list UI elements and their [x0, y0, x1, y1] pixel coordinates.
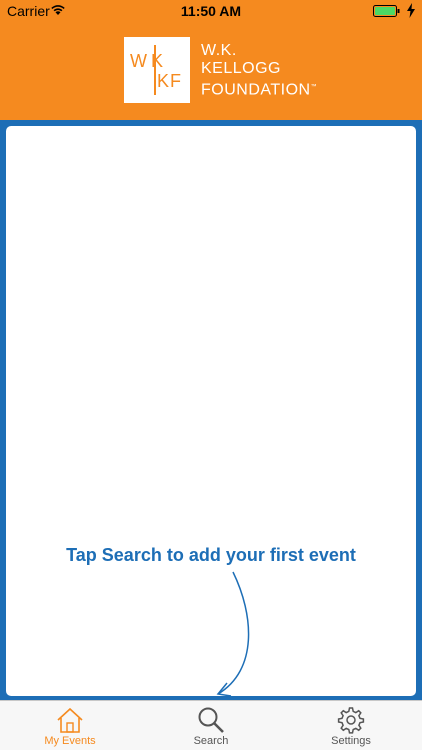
svg-text:K: K — [151, 51, 163, 71]
status-time: 11:50 AM — [180, 3, 242, 19]
logo-wordmark: W.K. KELLOGG FOUNDATION™ — [201, 42, 317, 99]
empty-state-hint: Tap Search to add your first event — [66, 545, 356, 565]
svg-text:K: K — [157, 71, 169, 91]
tab-settings[interactable]: Settings — [301, 701, 401, 750]
tab-search[interactable]: Search — [161, 701, 261, 750]
search-icon — [198, 707, 224, 733]
svg-text:W: W — [130, 51, 147, 71]
home-icon — [57, 707, 83, 733]
trademark-symbol: ™ — [310, 84, 318, 90]
logo-line-1: W.K. — [201, 42, 237, 59]
tab-search-label: Search — [193, 735, 229, 747]
events-list-empty: Tap Search to add your first event — [6, 126, 416, 697]
app-header: Carrier 11:50 AM W K K F W.K. KELLOGG FO… — [0, 0, 422, 120]
status-bar: Carrier 11:50 AM — [0, 0, 422, 22]
charging-bolt-icon — [407, 3, 415, 18]
svg-text:F: F — [170, 71, 181, 91]
kellogg-foundation-logo: W K K F W.K. KELLOGG FOUNDATION™ — [124, 37, 324, 103]
tab-my-events[interactable]: My Events — [20, 701, 120, 750]
logo-line-2: KELLOGG — [201, 60, 281, 77]
logo-line-3: FOUNDATION™ — [201, 81, 318, 99]
tab-bar: My Events Search Settings — [0, 700, 422, 750]
gear-icon — [337, 707, 365, 734]
arrow-to-search-icon — [216, 571, 250, 697]
tab-settings-label: Settings — [331, 735, 371, 747]
battery-icon — [373, 5, 400, 17]
tab-my-events-label: My Events — [44, 735, 96, 747]
logo-mark: W K K F — [124, 37, 190, 103]
events-frame: Tap Search to add your first event — [0, 120, 422, 700]
